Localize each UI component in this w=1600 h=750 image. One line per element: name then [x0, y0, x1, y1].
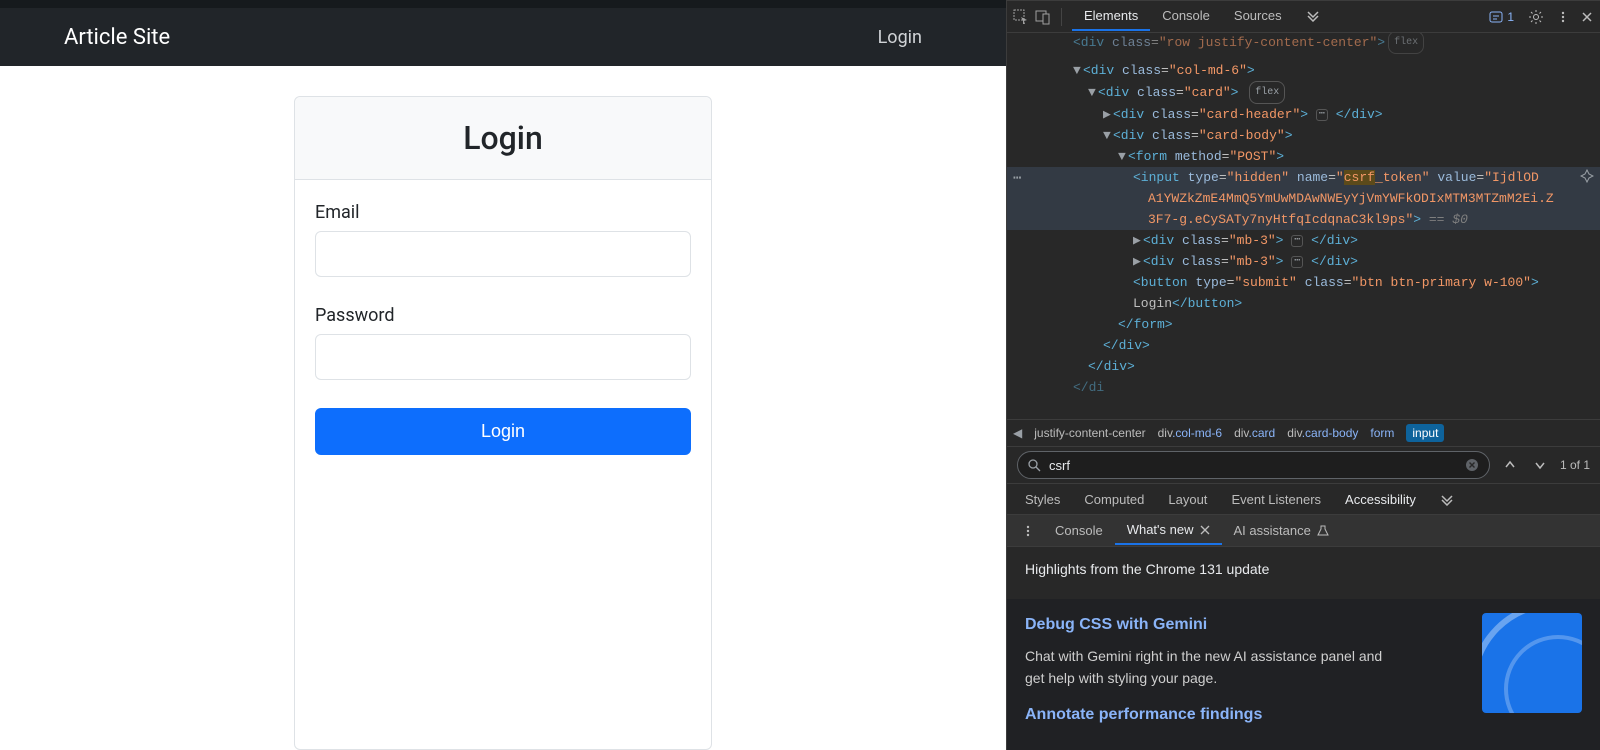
search-next-icon[interactable] [1530, 459, 1550, 471]
drawer-tab-ai-assistance[interactable]: AI assistance [1222, 517, 1341, 544]
dom-node[interactable]: </div> [1013, 335, 1600, 356]
devtools-top-bar: Elements Console Sources 1 [1007, 1, 1600, 33]
gear-icon[interactable] [1528, 9, 1544, 25]
tab-console[interactable]: Console [1150, 2, 1222, 31]
crumb[interactable]: div.card [1234, 426, 1275, 440]
dom-node[interactable]: </form> [1013, 314, 1600, 335]
nav-login-link[interactable]: Login [878, 27, 922, 48]
password-field[interactable] [315, 334, 691, 380]
login-button[interactable]: Login [315, 408, 691, 455]
dom-search-input[interactable] [1049, 458, 1457, 473]
ellipsis-icon[interactable]: ⋯ [1013, 169, 1021, 190]
crumb-selected[interactable]: input [1406, 424, 1444, 442]
whats-new-text-1: Chat with Gemini right in the new AI ass… [1025, 646, 1405, 689]
dom-node[interactable]: Login</button> [1013, 293, 1600, 314]
issues-count: 1 [1507, 10, 1514, 24]
promo-image [1482, 613, 1582, 713]
dom-breadcrumbs: ◀ justify-content-center div.col-md-6 di… [1007, 419, 1600, 447]
dom-node[interactable]: ▶<div class="card-header"> ⋯ </div> [1013, 104, 1600, 125]
dom-node[interactable]: ▶<div class="mb-3"> ⋯ </div> [1013, 230, 1600, 251]
card-body: Email Password Login [295, 180, 711, 477]
drawer-tab-whats-new[interactable]: What's new [1115, 516, 1222, 545]
dom-node[interactable]: <button type="submit" class="btn btn-pri… [1013, 272, 1600, 293]
tab-layout[interactable]: Layout [1156, 486, 1219, 513]
search-prev-icon[interactable] [1500, 459, 1520, 471]
tab-computed[interactable]: Computed [1072, 486, 1156, 513]
email-label: Email [315, 202, 691, 223]
password-label: Password [315, 305, 691, 326]
clear-search-icon[interactable] [1465, 458, 1479, 472]
flex-badge[interactable]: flex [1388, 33, 1424, 54]
dom-node[interactable]: </div> [1013, 356, 1600, 377]
whats-new-panel: Highlights from the Chrome 131 update De… [1007, 547, 1600, 750]
tab-more[interactable] [1294, 2, 1332, 31]
scroll-left-icon[interactable]: ◀ [1013, 426, 1022, 440]
dom-node-selected[interactable]: 3F7-g.eCySATy7nyHtfqIcdqnaC3kl9ps"> == $… [1013, 209, 1600, 230]
dom-node[interactable]: ▶<div class="mb-3"> ⋯ </div> [1013, 251, 1600, 272]
crumb[interactable]: form [1370, 426, 1394, 440]
dom-node[interactable]: ▼<div class="card-body"> [1013, 125, 1600, 146]
tab-styles[interactable]: Styles [1013, 486, 1072, 513]
tab-event-listeners[interactable]: Event Listeners [1219, 486, 1333, 513]
brand[interactable]: Article Site [64, 25, 170, 50]
tab-elements[interactable]: Elements [1072, 2, 1150, 31]
dom-node-selected[interactable]: ⋯ <input type="hidden" name="csrf_token"… [1013, 167, 1600, 188]
flask-icon [1317, 525, 1329, 537]
devtools: Elements Console Sources 1 <div class="r… [1006, 0, 1600, 750]
dom-node[interactable]: </di [1013, 377, 1600, 398]
search-input-wrapper [1017, 451, 1490, 479]
close-tab-icon[interactable] [1200, 525, 1210, 535]
tab-accessibility[interactable]: Accessibility [1333, 486, 1428, 513]
tab-more[interactable] [1428, 486, 1466, 512]
dom-node-selected[interactable]: A1YWZkZmE4MmQ5YmUwMDAwNWEyYjVmYWFkODIxMT… [1013, 188, 1600, 209]
drawer-tabs: Console What's new AI assistance [1007, 515, 1600, 547]
page-body: Login Email Password Login [0, 66, 1006, 750]
styles-tabs: Styles Computed Layout Event Listeners A… [1007, 483, 1600, 515]
issues-badge[interactable]: 1 [1489, 10, 1514, 24]
crumb[interactable]: div.col-md-6 [1158, 426, 1222, 440]
dom-node[interactable]: ▼<div class="card"> flex [1013, 81, 1600, 104]
card-header: Login [295, 97, 711, 180]
whats-new-heading-1: Debug CSS with Gemini [1025, 613, 1464, 638]
navbar: Article Site Login [0, 8, 1006, 66]
crumb[interactable]: div.card-body [1287, 426, 1358, 440]
crumb[interactable]: justify-content-center [1034, 426, 1145, 440]
flex-badge[interactable]: flex [1249, 81, 1285, 104]
dom-tree[interactable]: <div class="row justify-content-center">… [1007, 33, 1600, 419]
ai-suggestion-icon[interactable] [1580, 169, 1594, 183]
search-result-count: 1 of 1 [1560, 458, 1590, 472]
drawer-kebab-icon[interactable] [1013, 524, 1043, 538]
email-field[interactable] [315, 231, 691, 277]
tab-sources[interactable]: Sources [1222, 2, 1294, 31]
dom-node[interactable]: ▼<div class="col-md-6"> [1013, 60, 1600, 81]
device-toolbar-icon[interactable] [1035, 9, 1051, 25]
kebab-menu-icon[interactable] [1556, 10, 1570, 24]
login-card: Login Email Password Login [294, 96, 712, 750]
whats-new-heading-2: Annotate performance findings [1025, 703, 1464, 728]
app-page: Article Site Login Login Email Password … [0, 0, 1006, 750]
close-devtools-icon[interactable] [1580, 10, 1594, 24]
dom-search-bar: 1 of 1 [1007, 447, 1600, 483]
inspect-element-icon[interactable] [1013, 9, 1029, 25]
whats-new-headline: Highlights from the Chrome 131 update [1025, 559, 1582, 581]
dom-node[interactable]: <div class="row justify-content-center">… [1013, 33, 1600, 54]
devtools-tabs: Elements Console Sources [1072, 2, 1332, 31]
dom-node[interactable]: ▼<form method="POST"> [1013, 146, 1600, 167]
search-icon [1028, 459, 1041, 472]
drawer-tab-console[interactable]: Console [1043, 517, 1115, 544]
